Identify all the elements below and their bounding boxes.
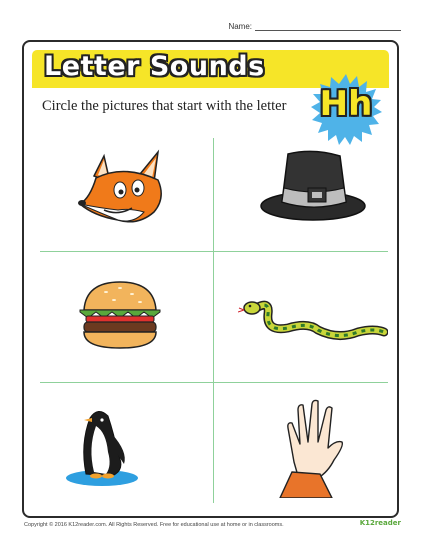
copyright-footer: Copyright © 2016 K12reader.com. All Righ… <box>24 522 284 528</box>
hand-icon <box>278 399 344 499</box>
pilgrim-hat-icon <box>260 150 366 221</box>
picture-cell-penguin[interactable] <box>62 404 142 493</box>
picture-cell-hamburger[interactable] <box>76 278 164 357</box>
name-label: Name: <box>228 22 252 31</box>
grid-vertical-divider <box>213 138 214 503</box>
picture-cell-hand[interactable] <box>272 398 348 503</box>
picture-cell-snake[interactable] <box>237 292 389 349</box>
grid-horizontal-divider <box>40 382 388 383</box>
worksheet-frame: Letter Sounds Hh Circle the pictures tha… <box>22 40 399 518</box>
picture-cell-fox[interactable] <box>74 146 174 237</box>
target-letter: Hh <box>319 84 373 124</box>
instruction-text: Circle the pictures that start with the … <box>42 98 287 114</box>
hamburger-icon <box>79 281 161 349</box>
grid-horizontal-divider <box>40 251 388 252</box>
k12reader-logo: K12reader <box>360 519 401 527</box>
name-line[interactable] <box>255 22 401 31</box>
page-title: Letter Sounds <box>44 51 265 82</box>
fox-icon <box>78 149 162 223</box>
letter-badge: Hh <box>309 72 383 146</box>
snake-icon <box>237 300 389 340</box>
penguin-icon <box>66 411 138 486</box>
logo-text: K12reader <box>359 519 401 527</box>
name-field: Name: <box>228 22 401 31</box>
picture-cell-hat[interactable] <box>258 148 368 229</box>
